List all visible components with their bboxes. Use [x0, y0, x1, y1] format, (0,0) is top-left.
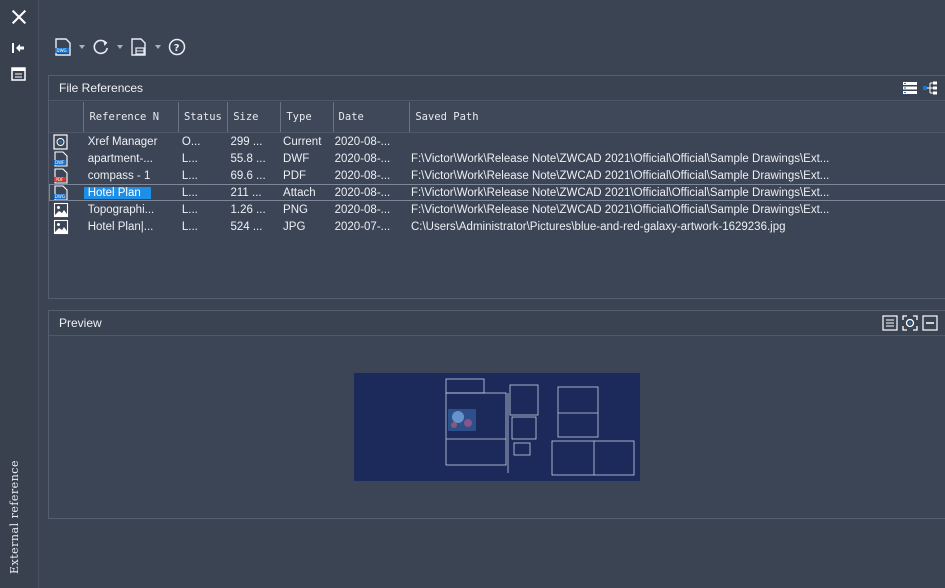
row-type: Attach: [283, 186, 316, 199]
row-status: L...: [181, 220, 198, 233]
list-view-icon[interactable]: [902, 80, 918, 96]
refresh-dropdown-arrow[interactable]: [115, 36, 125, 58]
row-name: Topographi...: [87, 203, 155, 216]
change-path-icon[interactable]: [127, 36, 151, 58]
svg-text:DWG: DWG: [55, 194, 65, 199]
window-title: External reference: [8, 460, 21, 574]
collapse-icon[interactable]: [922, 315, 938, 331]
preview-header: Preview: [49, 311, 945, 336]
references-table: Reference N Status Size Type Date Saved …: [49, 102, 945, 235]
row-name: Hotel Plan|...: [87, 220, 154, 233]
drawing-preview-image: [354, 373, 640, 481]
preview-view-icon[interactable]: [902, 315, 918, 331]
properties-icon[interactable]: [11, 67, 27, 81]
pdf-file-icon: PDF: [49, 167, 83, 184]
row-path: F:\Victor\Work\Release Note\ZWCAD 2021\O…: [410, 169, 830, 182]
row-status: L...: [181, 169, 198, 182]
column-header-status[interactable]: Status: [179, 102, 229, 132]
row-type: Current: [283, 135, 322, 148]
auto-hide-icon[interactable]: [11, 41, 27, 55]
column-header-date[interactable]: Date: [334, 102, 411, 132]
dwf-file-icon: DWF: [49, 150, 83, 167]
row-name: Xref Manager: [87, 135, 158, 148]
column-header-icon[interactable]: [49, 102, 85, 132]
column-header-size[interactable]: Size: [228, 102, 282, 132]
row-size: 1.26 ...: [230, 203, 266, 216]
file-references-header: File References: [49, 76, 945, 101]
toolbar: DWG ?: [51, 34, 189, 60]
empty-bottom-area: [48, 522, 945, 588]
column-header-name[interactable]: Reference N: [84, 102, 179, 132]
row-date: 2020-07-...: [334, 220, 391, 233]
image-file-icon: [49, 218, 83, 235]
row-size: 69.6 ...: [230, 169, 266, 182]
row-type: DWF: [283, 152, 310, 165]
row-type: JPG: [283, 220, 306, 233]
xref-manager-icon: [49, 133, 83, 150]
svg-text:PDF: PDF: [56, 177, 64, 182]
table-row[interactable]: PDF compass - 1 L... 69.6 ... PDF 2020-0…: [49, 167, 945, 184]
table-row[interactable]: DWF apartment-... L... 55.8 ... DWF 2020…: [49, 150, 945, 167]
svg-text:DWF: DWF: [55, 160, 65, 165]
svg-text:DWG: DWG: [57, 48, 67, 53]
row-date: 2020-08-...: [334, 186, 391, 199]
row-status: O...: [181, 135, 201, 148]
close-icon[interactable]: [10, 8, 28, 26]
column-header-saved-path[interactable]: Saved Path: [410, 102, 945, 132]
row-name-highlight: Hotel Plan: [83, 186, 151, 199]
row-date: 2020-08-...: [334, 152, 391, 165]
row-size: 524 ...: [230, 220, 263, 233]
table-row-selected[interactable]: DWG Hotel Plan L... 211 ... Attach 2020-…: [49, 184, 945, 201]
dwg-file-icon: DWG: [49, 184, 83, 201]
row-path: C:\Users\Administrator\Pictures\blue-and…: [410, 220, 786, 233]
table-body: Xref Manager O... 299 ... Current 2020-0…: [49, 133, 945, 235]
row-size: 211 ...: [230, 186, 262, 199]
table-row[interactable]: Xref Manager O... 299 ... Current 2020-0…: [49, 133, 945, 150]
attach-dropdown-arrow[interactable]: [77, 36, 87, 58]
table-header: Reference N Status Size Type Date Saved …: [49, 102, 945, 133]
path-dropdown-arrow[interactable]: [153, 36, 163, 58]
image-file-icon: [49, 201, 83, 218]
details-view-icon[interactable]: [882, 315, 898, 331]
row-size: 55.8 ...: [230, 152, 266, 165]
row-date: 2020-08-...: [334, 203, 391, 216]
preview-panel: Preview: [48, 310, 945, 519]
row-name: Hotel Plan: [83, 186, 177, 199]
svg-text:?: ?: [174, 43, 180, 54]
row-name: apartment-...: [87, 152, 153, 165]
row-name: compass - 1: [87, 169, 151, 182]
table-row[interactable]: Hotel Plan|... L... 524 ... JPG 2020-07-…: [49, 218, 945, 235]
row-size: 299 ...: [230, 135, 263, 148]
panel-title: Preview: [59, 316, 102, 330]
main-area: DWG ? File References Reference N Status…: [39, 0, 945, 588]
row-type: PNG: [283, 203, 308, 216]
row-status: L...: [181, 203, 198, 216]
row-path: F:\Victor\Work\Release Note\ZWCAD 2021\O…: [410, 152, 830, 165]
help-icon[interactable]: ?: [165, 36, 189, 58]
row-status: L...: [181, 186, 198, 199]
row-path: F:\Victor\Work\Release Note\ZWCAD 2021\O…: [410, 203, 830, 216]
tree-view-icon[interactable]: [922, 80, 938, 96]
row-path: F:\Victor\Work\Release Note\ZWCAD 2021\O…: [410, 186, 830, 199]
side-strip: External reference: [0, 0, 39, 588]
row-date: 2020-08-...: [334, 135, 391, 148]
attach-dwg-icon[interactable]: DWG: [51, 36, 75, 58]
row-status: L...: [181, 152, 198, 165]
file-references-panel: File References Reference N Status Size …: [48, 75, 945, 299]
column-header-type[interactable]: Type: [281, 102, 334, 132]
refresh-icon[interactable]: [89, 36, 113, 58]
row-date: 2020-08-...: [334, 169, 391, 182]
panel-title: File References: [59, 81, 144, 95]
row-type: PDF: [283, 169, 307, 182]
table-row[interactable]: Topographi... L... 1.26 ... PNG 2020-08-…: [49, 201, 945, 218]
